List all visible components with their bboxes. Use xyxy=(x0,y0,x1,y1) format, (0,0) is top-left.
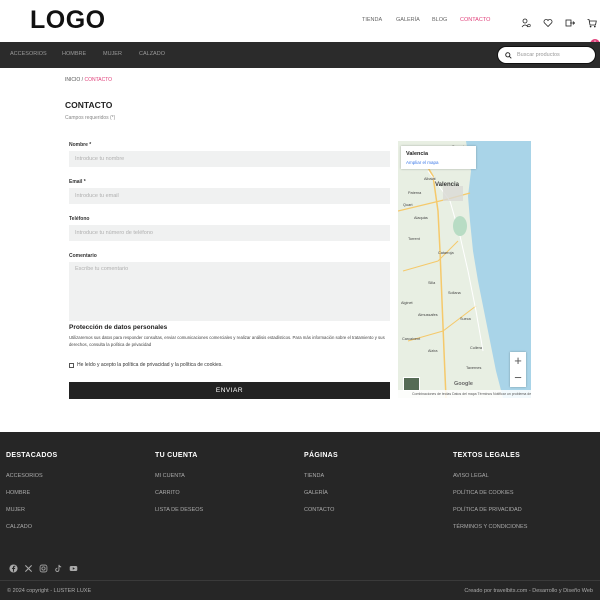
footer-link[interactable]: CARRITO xyxy=(155,490,203,496)
map-town: Tavernes xyxy=(466,366,482,370)
nav-item-contacto[interactable]: CONTACTO xyxy=(460,17,490,23)
map-town: Cullera xyxy=(470,346,483,350)
phone-label: Teléfono xyxy=(69,216,90,222)
consent-checkbox-row[interactable]: He leído y acepto la política de privaci… xyxy=(69,362,223,368)
breadcrumb-home[interactable]: INICIO xyxy=(65,77,80,83)
category-nav: ACCESORIOS HOMBRE MUJER CALZADO xyxy=(0,42,600,68)
email-label: Email * xyxy=(69,179,86,185)
phone-input[interactable] xyxy=(69,225,390,241)
x-icon[interactable] xyxy=(24,560,33,573)
page-title: CONTACTO xyxy=(65,100,113,110)
copyright-text: © 2024 copyright - LUSTER LUXE xyxy=(7,588,92,594)
footer-link[interactable]: POLÍTICA DE PRIVACIDAD xyxy=(453,507,527,513)
consent-checkbox[interactable] xyxy=(69,362,74,368)
category-item-accesorios[interactable]: ACCESORIOS xyxy=(10,51,62,57)
credit-text[interactable]: Creado por travelbits.com - Desarrollo y… xyxy=(464,588,593,594)
search-box[interactable] xyxy=(497,46,596,64)
footer-column-destacados: DESTACADOS ACCESORIOS HOMBRE MUJER CALZA… xyxy=(6,452,57,530)
breadcrumb: INICIO / CONTACTO xyxy=(65,77,112,83)
consent-label: He leído y acepto la política de privaci… xyxy=(77,362,223,368)
map-town: Almussafes xyxy=(418,313,438,317)
map-place-name: Valencia xyxy=(406,151,429,157)
required-note: Campos requeridos (*) xyxy=(65,115,116,121)
user-icon[interactable] xyxy=(521,15,531,28)
privacy-text: Utilizaremos sus datos para responder co… xyxy=(69,335,385,347)
footer-link[interactable]: CALZADO xyxy=(6,524,57,530)
main-nav: TIENDA GALERÍA BLOG CONTACTO xyxy=(362,17,490,23)
heart-icon[interactable] xyxy=(543,15,553,28)
site-footer: DESTACADOS ACCESORIOS HOMBRE MUJER CALZA… xyxy=(0,432,600,600)
search-input[interactable] xyxy=(517,52,589,58)
footer-bottom-bar: © 2024 copyright - LUSTER LUXE Creado po… xyxy=(0,580,600,600)
search-icon[interactable] xyxy=(505,46,512,64)
cart-icon[interactable]: 0 xyxy=(587,15,600,49)
map-town: Sueca xyxy=(460,317,471,321)
map-zoom-controls: + − xyxy=(510,352,526,387)
footer-link[interactable]: HOMBRE xyxy=(6,490,57,496)
google-logo: Google xyxy=(454,381,473,387)
zoom-out-button[interactable]: − xyxy=(510,369,526,386)
instagram-icon[interactable] xyxy=(39,560,48,573)
map-town: Alaquàs xyxy=(414,216,428,220)
youtube-icon[interactable] xyxy=(69,560,78,572)
privacy-title: Protección de datos personales xyxy=(69,324,168,331)
footer-heading: TU CUENTA xyxy=(155,452,198,459)
nav-item-blog[interactable]: BLOG xyxy=(432,17,460,23)
map-attribution: Combinaciones de teclas Datos del mapa T… xyxy=(398,390,531,398)
footer-link[interactable]: MI CUENTA xyxy=(155,473,203,479)
map-town: Torrent xyxy=(408,237,420,241)
map-place-card: Valencia Ampliar el mapa xyxy=(401,146,476,169)
map-town: Silla xyxy=(428,281,436,285)
logout-icon[interactable] xyxy=(565,15,576,27)
map-town: Carcaixent xyxy=(402,337,421,341)
map-town: Catarroja xyxy=(438,251,454,255)
map-embed[interactable]: Valencia Sagunto Puzol Albalat Paterna Q… xyxy=(398,141,531,398)
enlarge-map-link[interactable]: Ampliar el mapa xyxy=(406,160,439,165)
satellite-toggle[interactable] xyxy=(403,377,420,391)
map-town: Albalat xyxy=(424,177,436,181)
name-label: Nombre * xyxy=(69,142,92,148)
footer-heading: DESTACADOS xyxy=(6,452,58,459)
tiktok-icon[interactable] xyxy=(54,560,63,572)
name-input[interactable] xyxy=(69,151,390,167)
category-nav-list: ACCESORIOS HOMBRE MUJER CALZADO xyxy=(10,51,165,57)
footer-heading: TEXTOS LEGALES xyxy=(453,452,521,459)
footer-link[interactable]: POLÍTICA DE COOKIES xyxy=(453,490,527,496)
email-input[interactable] xyxy=(69,188,390,204)
map-town: Alginet xyxy=(401,301,413,305)
nav-item-galeria[interactable]: GALERÍA xyxy=(396,17,432,23)
category-item-hombre[interactable]: HOMBRE xyxy=(62,51,103,57)
footer-link[interactable]: LISTA DE DESEOS xyxy=(155,507,203,513)
breadcrumb-current: CONTACTO xyxy=(84,77,113,83)
comment-label: Comentario xyxy=(69,253,97,259)
top-header: LOGO TIENDA GALERÍA BLOG CONTACTO 0 xyxy=(0,0,600,49)
site-logo[interactable]: LOGO xyxy=(30,6,106,35)
social-links xyxy=(9,560,78,573)
category-item-mujer[interactable]: MUJER xyxy=(103,51,139,57)
facebook-icon[interactable] xyxy=(9,560,18,573)
category-item-calzado[interactable]: CALZADO xyxy=(139,51,165,57)
footer-column-tu-cuenta: TU CUENTA MI CUENTA CARRITO LISTA DE DES… xyxy=(155,452,203,513)
submit-button[interactable]: ENVIAR xyxy=(69,382,390,399)
map-town: Quart xyxy=(403,203,413,207)
footer-link[interactable]: TÉRMINOS Y CONDICIONES xyxy=(453,524,527,530)
header-icons: 0 xyxy=(521,15,600,49)
nav-item-tienda[interactable]: TIENDA xyxy=(362,17,396,23)
map-town: Paterna xyxy=(408,191,422,195)
footer-column-textos-legales: TEXTOS LEGALES AVISO LEGAL POLÍTICA DE C… xyxy=(453,452,527,530)
footer-column-paginas: PÁGINAS TIENDA GALERÍA CONTACTO xyxy=(304,452,338,513)
footer-heading: PÁGINAS xyxy=(304,452,338,459)
comment-textarea[interactable] xyxy=(69,262,390,321)
map-town: Sollana xyxy=(448,291,461,295)
map-city-label: Valencia xyxy=(435,182,460,188)
map-town: Alzira xyxy=(428,349,438,353)
footer-link[interactable]: MUJER xyxy=(6,507,57,513)
footer-link[interactable]: TIENDA xyxy=(304,473,338,479)
footer-link[interactable]: CONTACTO xyxy=(304,507,338,513)
footer-link[interactable]: ACCESORIOS xyxy=(6,473,57,479)
footer-link[interactable]: GALERÍA xyxy=(304,490,338,496)
footer-link[interactable]: AVISO LEGAL xyxy=(453,473,527,479)
zoom-in-button[interactable]: + xyxy=(510,352,526,369)
